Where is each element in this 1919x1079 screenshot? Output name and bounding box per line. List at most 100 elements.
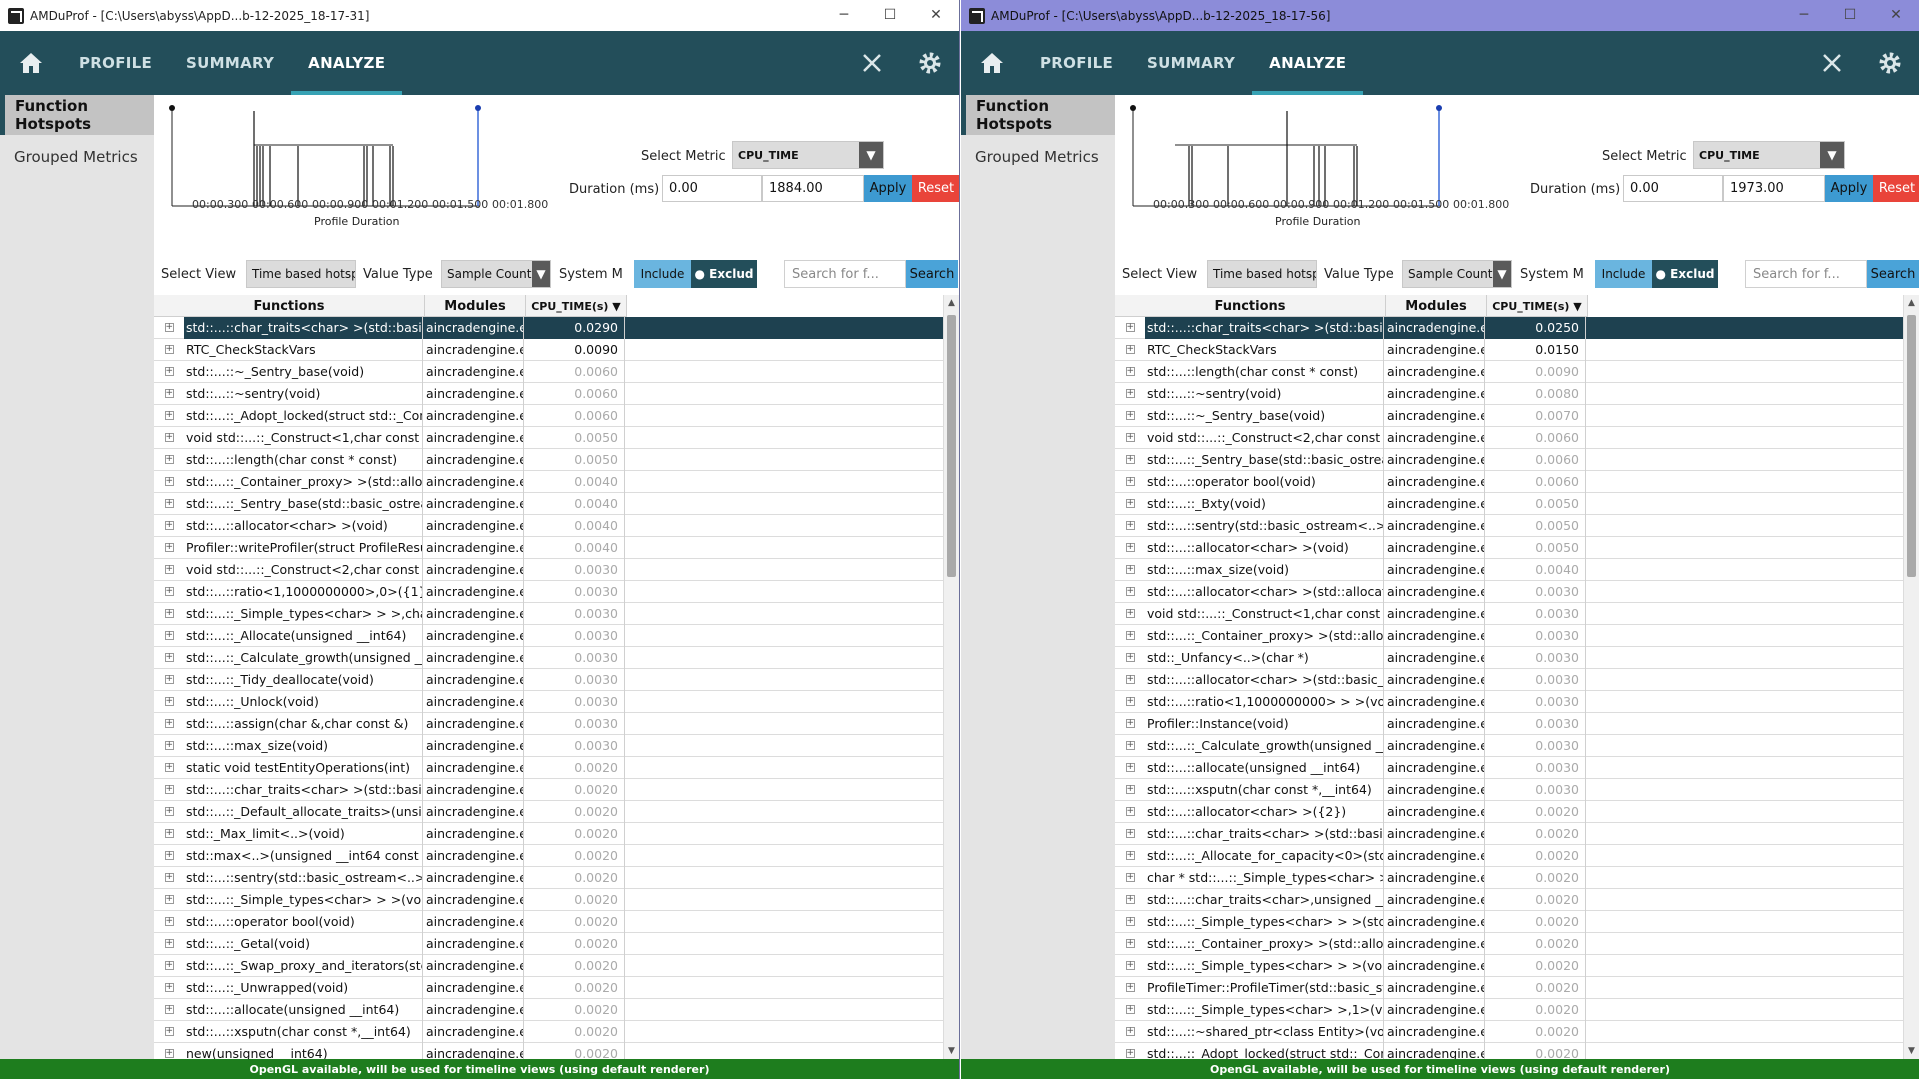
gear-icon[interactable]: [901, 31, 959, 95]
expand-icon[interactable]: +: [1115, 603, 1145, 625]
expand-icon[interactable]: +: [1115, 889, 1145, 911]
sidebar-item-grouped-metrics[interactable]: Grouped Metrics: [0, 137, 154, 177]
expand-icon[interactable]: +: [154, 933, 184, 955]
expand-icon[interactable]: +: [1115, 911, 1145, 933]
table-row[interactable]: + std::...::_Allocate(unsigned __int64) ai…: [154, 624, 943, 647]
expand-icon[interactable]: +: [154, 1021, 184, 1043]
expand-icon[interactable]: +: [154, 647, 184, 669]
table-row[interactable]: + std::...::sentry(std::basic_ostream<..>…: [1115, 514, 1903, 537]
table-row[interactable]: + std::...::allocator<char> >(void) aincra…: [1115, 536, 1903, 559]
table-row[interactable]: + std::...::_Adopt_locked(struct std::_Co…: [1115, 1042, 1903, 1060]
table-row[interactable]: + void std::...::_Construct<1,char const …: [154, 426, 943, 449]
table-row[interactable]: + std::...::_Adopt_locked(struct std::_Co…: [154, 404, 943, 427]
expand-icon[interactable]: +: [1115, 1043, 1145, 1060]
expand-icon[interactable]: +: [1115, 625, 1145, 647]
expand-icon[interactable]: +: [154, 493, 184, 515]
table-row[interactable]: + std::...::_Container_proxy> >(std::allo…: [1115, 624, 1903, 647]
table-row[interactable]: + std::...::char_traits<char> >(std::basi…: [1115, 822, 1903, 845]
expand-icon[interactable]: +: [154, 603, 184, 625]
select-view-dropdown[interactable]: Time based hotspots: [246, 260, 356, 288]
exclude-toggle[interactable]: ● Exclud: [1652, 260, 1718, 288]
expand-icon[interactable]: +: [154, 955, 184, 977]
expand-icon[interactable]: +: [1115, 427, 1145, 449]
table-row[interactable]: + void std::...::_Construct<2,char const …: [154, 558, 943, 581]
window-titlebar[interactable]: AMDuProf - [C:\Users\abyss\AppD...b-12-2…: [961, 0, 1919, 31]
expand-icon[interactable]: +: [154, 889, 184, 911]
table-scrollbar[interactable]: ▲ ▼: [943, 295, 959, 1059]
duration-end-input[interactable]: 1884.00: [762, 175, 864, 202]
table-row[interactable]: + Profiler::writeProfiler(struct ProfileR…: [154, 536, 943, 559]
expand-icon[interactable]: +: [1115, 999, 1145, 1021]
scroll-down-icon[interactable]: ▼: [944, 1043, 959, 1059]
expand-icon[interactable]: +: [154, 735, 184, 757]
table-row[interactable]: + std::...::_Sentry_base(std::basic_ostre…: [154, 492, 943, 515]
value-type-select[interactable]: Sample Count ▼: [1402, 260, 1512, 288]
scrollbar-thumb[interactable]: [1907, 315, 1916, 577]
duration-end-input[interactable]: 1973.00: [1723, 175, 1825, 202]
chevron-down-icon[interactable]: ▼: [532, 261, 550, 287]
table-row[interactable]: +std::...::_Unlock(void)aincradengine.ex…: [154, 690, 943, 713]
sidebar-item-grouped-metrics[interactable]: Grouped Metrics: [961, 137, 1115, 177]
expand-icon[interactable]: +: [1115, 339, 1145, 361]
sidebar-item-function-hotspots[interactable]: Function Hotspots: [0, 95, 154, 135]
column-functions[interactable]: Functions: [154, 295, 425, 317]
table-row[interactable]: + std::...::_Simple_types<char> > >(void)…: [1115, 954, 1903, 977]
expand-icon[interactable]: +: [1115, 713, 1145, 735]
expand-icon[interactable]: +: [154, 691, 184, 713]
apply-button[interactable]: Apply: [864, 175, 912, 202]
tab-analyze[interactable]: ANALYZE: [1252, 31, 1364, 95]
function-search-input[interactable]: Search for f...: [1745, 260, 1867, 288]
tab-analyze[interactable]: ANALYZE: [291, 31, 403, 95]
metric-select[interactable]: CPU_TIME ▼: [732, 141, 884, 169]
close-window-button[interactable]: ✕: [1873, 0, 1919, 31]
sidebar-item-function-hotspots[interactable]: Function Hotspots: [961, 95, 1115, 135]
expand-icon[interactable]: +: [1115, 867, 1145, 889]
include-toggle[interactable]: Include: [1595, 260, 1652, 288]
table-row[interactable]: + std::...::char_traits<char> >(std::basi…: [154, 778, 943, 801]
column-functions[interactable]: Functions: [1115, 295, 1386, 317]
exclude-toggle[interactable]: ● Exclud: [691, 260, 757, 288]
timeline-chart[interactable]: [168, 105, 548, 208]
minimize-button[interactable]: ─: [821, 0, 867, 31]
table-row[interactable]: + std::...::allocate(unsigned __int64) ain…: [1115, 756, 1903, 779]
table-row[interactable]: + std::...::_Simple_types<char> >,1>(void…: [1115, 998, 1903, 1021]
expand-icon[interactable]: +: [154, 449, 184, 471]
table-row[interactable]: + std::...::operator bool(void) aincradeng…: [154, 910, 943, 933]
table-row[interactable]: + std::...::~_Sentry_base(void) aincradeng…: [1115, 404, 1903, 427]
table-row[interactable]: + std::...::char_traits<char> >(std::basi…: [1115, 317, 1903, 339]
expand-icon[interactable]: +: [154, 471, 184, 493]
table-row[interactable]: + std::_Unfancy<..>(char *) aincradengine.…: [1115, 646, 1903, 669]
tab-profile[interactable]: PROFILE: [1023, 31, 1130, 95]
table-row[interactable]: +std::...::char_traits<char>,unsigned __…: [1115, 888, 1903, 911]
duration-start-input[interactable]: 0.00: [1623, 175, 1723, 202]
table-row[interactable]: +std::...::_Bxty(void)aincradengine.exe0…: [1115, 492, 1903, 515]
scroll-down-icon[interactable]: ▼: [1904, 1043, 1919, 1059]
expand-icon[interactable]: +: [1115, 735, 1145, 757]
table-row[interactable]: + std::...::allocator<char> >(void) aincra…: [154, 514, 943, 537]
close-icon[interactable]: [843, 31, 901, 95]
expand-icon[interactable]: +: [154, 779, 184, 801]
table-row[interactable]: +std::...::_Allocate_for_capacity<0>(std…: [1115, 844, 1903, 867]
table-row[interactable]: + std::...::allocator<char> >(std::alloca…: [1115, 580, 1903, 603]
table-row[interactable]: + std::...::_Simple_types<char> > >(std::…: [1115, 910, 1903, 933]
table-row[interactable]: +std::...::_Getal(void)aincradengine.exe…: [154, 932, 943, 955]
chevron-down-icon[interactable]: ▼: [1493, 261, 1511, 287]
duration-start-input[interactable]: 0.00: [662, 175, 762, 202]
table-row[interactable]: + std::...::_Sentry_base(std::basic_ostre…: [1115, 448, 1903, 471]
expand-icon[interactable]: +: [1115, 405, 1145, 427]
table-row[interactable]: +std::...::max_size(void)aincradengine.e…: [154, 734, 943, 757]
expand-icon[interactable]: +: [154, 383, 184, 405]
expand-icon[interactable]: +: [154, 977, 184, 999]
table-row[interactable]: + std::...::~_Sentry_base(void) aincradeng…: [154, 360, 943, 383]
table-row[interactable]: + std::...::_Default_allocate_traits>(uns…: [154, 800, 943, 823]
close-window-button[interactable]: ✕: [913, 0, 959, 31]
apply-button[interactable]: Apply: [1825, 175, 1873, 202]
table-row[interactable]: +new(unsigned __int64)aincradengine.exe0…: [154, 1042, 943, 1059]
table-row[interactable]: + void std::...::_Construct<2,char const …: [1115, 426, 1903, 449]
expand-icon[interactable]: +: [1115, 471, 1145, 493]
expand-icon[interactable]: +: [1115, 647, 1145, 669]
chevron-down-icon[interactable]: ▼: [1820, 142, 1844, 168]
window-titlebar[interactable]: AMDuProf - [C:\Users\abyss\AppD...b-12-2…: [0, 0, 959, 31]
expand-icon[interactable]: +: [154, 537, 184, 559]
table-row[interactable]: + static void testEntityOperations(int) ai…: [154, 756, 943, 779]
